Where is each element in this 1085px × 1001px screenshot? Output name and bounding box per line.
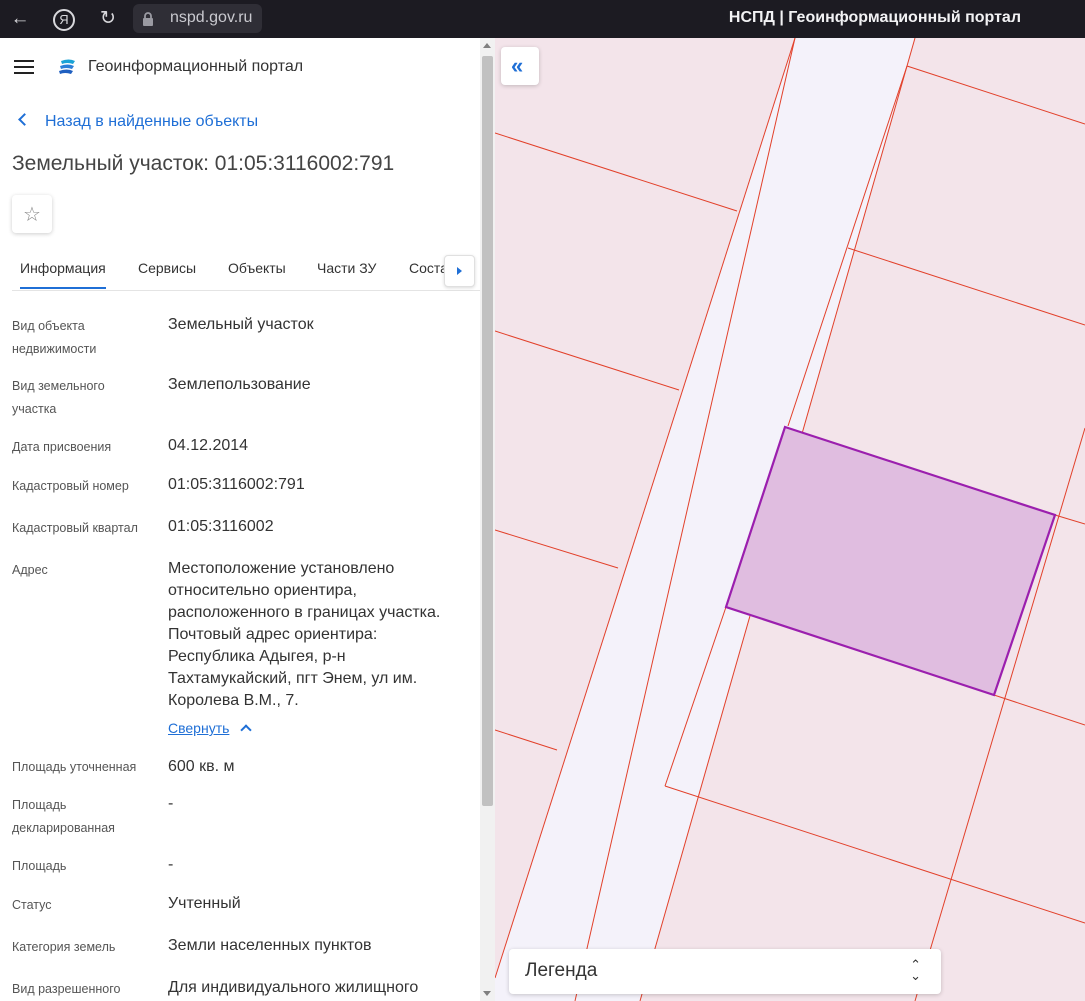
- field-value: -: [168, 795, 174, 812]
- collapse-link[interactable]: Свернуть: [168, 720, 229, 736]
- field-value: Учтенный: [168, 895, 241, 912]
- tab-services[interactable]: Сервисы: [138, 260, 196, 276]
- field-value: 01:05:3116002: [168, 518, 274, 535]
- tabs-bar: Информация Сервисы Объекты Части ЗУ Сост…: [12, 248, 480, 291]
- legend-dropdown[interactable]: Легенда ⌃ ⌄: [509, 949, 941, 994]
- field-label: Площадь уточненная: [12, 760, 137, 774]
- yandex-icon[interactable]: Я: [53, 9, 75, 31]
- field-label: Кадастровый номер: [12, 479, 129, 493]
- field-label: Категория земель: [12, 940, 116, 954]
- object-title: Земельный участок: 01:05:3116002:791: [12, 152, 395, 175]
- tabs-scroll-right-button[interactable]: [444, 255, 475, 287]
- field-value: -: [168, 856, 174, 873]
- double-chevron-left-icon: «: [511, 53, 524, 78]
- chevron-left-icon: [18, 113, 31, 126]
- portal-logo-icon: [59, 59, 75, 74]
- field-label: Вид разрешенного: [12, 982, 121, 996]
- menu-icon[interactable]: [14, 60, 34, 74]
- updown-chevron-icon: ⌃ ⌄: [910, 957, 921, 983]
- back-to-results-link[interactable]: Назад в найденные объекты: [16, 113, 258, 131]
- tab-information[interactable]: Информация: [20, 260, 106, 289]
- tab-parts[interactable]: Части ЗУ: [317, 260, 376, 276]
- field-value: Землепользование: [168, 376, 311, 393]
- field-value: 01:05:3116002:791: [168, 476, 305, 493]
- field-value: 600 кв. м: [168, 758, 235, 775]
- scroll-down-arrow-icon[interactable]: [483, 991, 491, 996]
- field-value: Земельный участок: [168, 316, 314, 333]
- address-value: Местоположение установлено относительно …: [168, 560, 441, 709]
- field-value: Для индивидуального жилищного: [168, 979, 419, 996]
- collapse-panel-button[interactable]: «: [501, 47, 539, 85]
- field-label: Вид объекта недвижимости: [12, 319, 97, 356]
- tab-objects[interactable]: Объекты: [228, 260, 286, 276]
- field-label: Дата присвоения: [12, 440, 112, 454]
- url-text[interactable]: nspd.gov.ru: [170, 9, 252, 27]
- back-link-label: Назад в найденные объекты: [45, 113, 259, 130]
- field-label: Адрес: [12, 563, 48, 577]
- chevron-up-icon[interactable]: [240, 724, 252, 736]
- scroll-up-arrow-icon[interactable]: [483, 43, 491, 48]
- chevron-right-icon: [457, 267, 462, 275]
- selected-parcel[interactable]: [724, 425, 1057, 697]
- back-arrow-icon[interactable]: ←: [9, 8, 31, 30]
- map-canvas[interactable]: [495, 38, 1085, 1001]
- favorite-button[interactable]: ☆: [12, 195, 52, 233]
- field-value: 04.12.2014: [168, 437, 249, 454]
- app-title: Геоинформационный портал: [88, 58, 304, 75]
- lock-icon: [143, 12, 153, 26]
- reload-icon[interactable]: ↻: [97, 8, 119, 30]
- field-label: Вид земельного участка: [12, 379, 105, 416]
- field-value: Земли населенных пунктов: [168, 937, 372, 954]
- field-label: Статус: [12, 898, 52, 912]
- browser-toolbar: ← Я ↻ nspd.gov.ru НСПД | Геоинформационн…: [0, 0, 1085, 38]
- legend-label: Легенда: [525, 960, 598, 981]
- field-label: Площадь декларированная: [12, 798, 115, 835]
- browser-page-title: НСПД | Геоинформационный портал: [728, 9, 1021, 26]
- field-label: Кадастровый квартал: [12, 521, 138, 535]
- star-icon: ☆: [23, 204, 41, 226]
- info-panel: Геоинформационный портал Назад в найденн…: [0, 38, 480, 1001]
- field-label: Площадь: [12, 859, 67, 873]
- map-view[interactable]: [495, 38, 1085, 1001]
- panel-scrollbar-thumb[interactable]: [482, 56, 493, 806]
